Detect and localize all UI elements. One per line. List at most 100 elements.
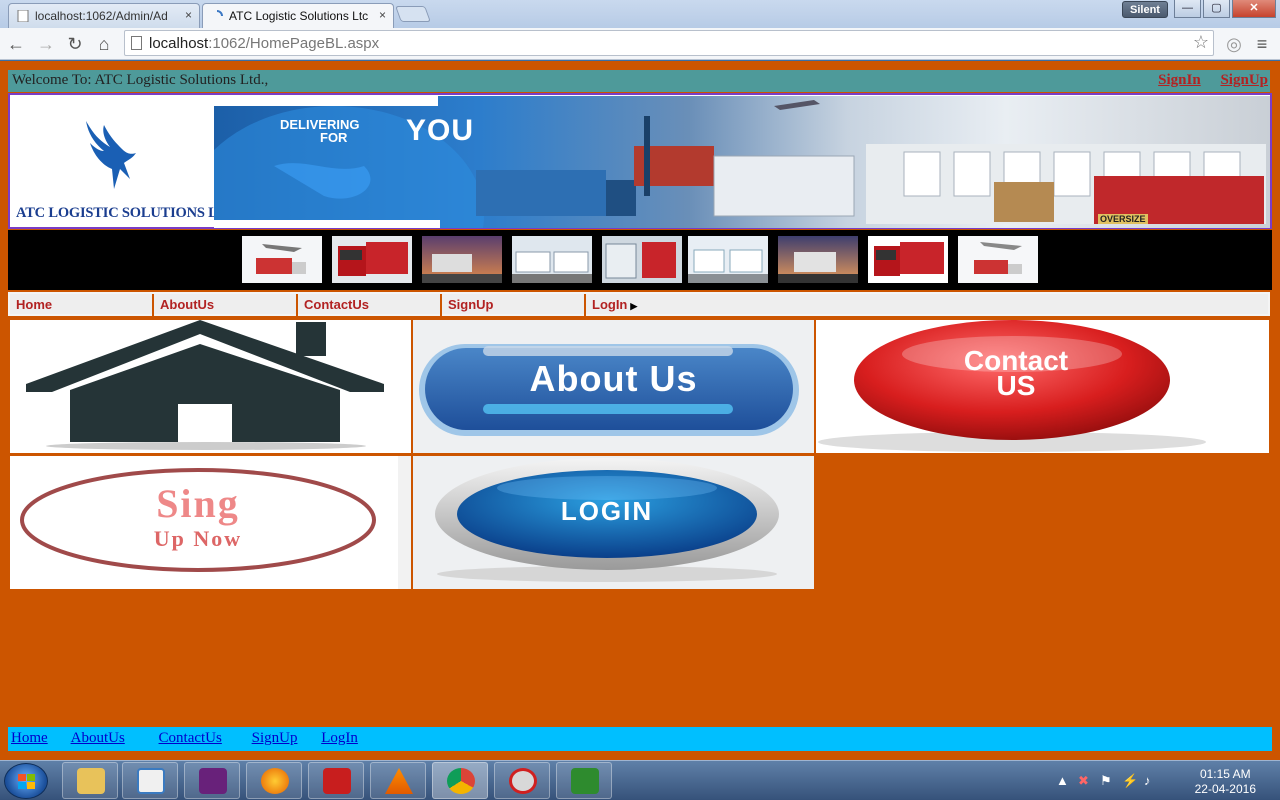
contact-us-label: Contact US	[963, 345, 1069, 401]
welcome-bar: Welcome To: ATC Logistic Solutions Ltd.,…	[8, 70, 1270, 92]
house-icon	[26, 320, 384, 450]
thumbnail-sunset-truck[interactable]	[778, 236, 858, 283]
signin-link[interactable]: SignIn	[1158, 72, 1201, 88]
taskbar-file-explorer[interactable]	[62, 762, 118, 799]
clock-date: 22-04-2016	[1194, 782, 1256, 796]
taskbar-vlc[interactable]	[370, 762, 426, 799]
contact-us-tile[interactable]: Contact US	[816, 320, 1269, 453]
menu-item-signup[interactable]: SignUp	[442, 294, 586, 316]
footer-link-signup[interactable]: SignUp	[252, 730, 298, 746]
menu-icon[interactable]: ≡	[1250, 32, 1274, 56]
security-icon[interactable]: ⚑	[1100, 773, 1112, 789]
maximize-button[interactable]: ▢	[1203, 0, 1230, 18]
browser-toolbar: ← → ↻ ⌂ localhost:1062/HomePageBL.aspx ☆…	[0, 28, 1280, 60]
ccleaner-icon	[509, 768, 537, 794]
page-icon	[131, 36, 142, 50]
system-tray: ▲ ✖ ⚑ ⚡ ♪ 01:15 AM 22-04-2016	[1056, 763, 1256, 799]
main-menu: Home AboutUs ContactUs SignUp LogIn ▶	[8, 292, 1270, 316]
signup-label-sub: Up Now	[153, 526, 243, 551]
footer-link-login[interactable]: LogIn	[321, 730, 358, 746]
tab-title: localhost:1062/Admin/Ad	[35, 9, 168, 23]
footer-link-contactus[interactable]: ContactUs	[159, 730, 222, 746]
extension-icon[interactable]: ◎	[1222, 32, 1246, 56]
reload-icon[interactable]: ↻	[63, 32, 87, 56]
slogan-big: YOU	[406, 114, 475, 147]
logo-text: ATC LOGISTIC SOLUTIONS LTD.,	[16, 205, 243, 221]
about-us-tile[interactable]: About Us	[413, 320, 814, 453]
banner-illustration	[214, 96, 1266, 228]
thumbnail-red-truck[interactable]	[868, 236, 948, 283]
oversize-sign: OVERSIZE	[1098, 214, 1148, 224]
network-error-icon[interactable]: ✖	[1078, 773, 1089, 789]
taskbar-sd-app[interactable]	[556, 762, 612, 799]
home-icon[interactable]: ⌂	[92, 32, 116, 56]
minimize-button[interactable]: —	[1174, 0, 1201, 18]
thumbnail-plane-truck[interactable]	[958, 236, 1038, 283]
windows-taskbar: ▲ ✖ ⚑ ⚡ ♪ 01:15 AM 22-04-2016	[0, 760, 1280, 800]
window-controls: — ▢ ✕	[1174, 0, 1276, 20]
back-icon[interactable]: ←	[4, 32, 28, 56]
company-logo: ATC LOGISTIC SOLUTIONS LTD.,	[12, 97, 243, 225]
volume-icon[interactable]: ♪	[1144, 773, 1151, 788]
thumbnail-plane-truck[interactable]	[242, 236, 322, 283]
visual-studio-icon	[199, 768, 227, 794]
new-tab-button[interactable]	[395, 6, 431, 22]
acrobat-icon	[323, 768, 351, 794]
login-tile[interactable]: LOGIN	[413, 456, 814, 589]
clock-time: 01:15 AM	[1199, 767, 1251, 781]
folder-icon	[77, 768, 105, 794]
footer-link-home[interactable]: Home	[11, 730, 48, 746]
taskbar-acrobat[interactable]	[308, 762, 364, 799]
power-icon[interactable]: ⚡	[1122, 773, 1138, 789]
menu-label: Home	[16, 297, 53, 312]
firefox-icon	[261, 768, 289, 794]
taskbar-media-player[interactable]	[122, 762, 178, 799]
about-us-label: About Us	[529, 358, 698, 399]
bookmark-star-icon[interactable]: ☆	[1193, 32, 1209, 53]
menu-item-home[interactable]: Home	[10, 294, 154, 316]
menu-item-contactus[interactable]: ContactUs	[298, 294, 442, 316]
tab-admin[interactable]: localhost:1062/Admin/Ad ×	[8, 3, 200, 28]
thumbnail-white-trucks[interactable]	[688, 236, 768, 283]
address-bar[interactable]: localhost:1062/HomePageBL.aspx ☆	[124, 30, 1214, 56]
eagle-icon	[86, 121, 136, 189]
slogan-small: DELIVERING FOR	[280, 117, 360, 145]
home-tile[interactable]	[10, 320, 411, 453]
taskbar-visual-studio[interactable]	[184, 762, 240, 799]
menu-label: AboutUs	[160, 297, 215, 312]
welcome-text: Welcome To: ATC Logistic Solutions Ltd.,	[12, 72, 269, 88]
thumbnail-sunset-truck[interactable]	[422, 236, 502, 283]
address-path: :1062/HomePageBL.aspx	[208, 35, 380, 52]
tab-title: ATC Logistic Solutions Ltc	[229, 9, 369, 23]
tab-close-icon[interactable]: ×	[379, 8, 386, 22]
address-host: localhost	[149, 35, 209, 52]
menu-item-aboutus[interactable]: AboutUs	[154, 294, 298, 316]
show-hidden-icons[interactable]: ▲	[1056, 773, 1069, 788]
header-banner: ATC LOGISTIC SOLUTIONS LTD., DELIVERING …	[8, 93, 1272, 229]
thumbnail-red-truck[interactable]	[332, 236, 412, 283]
forward-icon[interactable]: →	[34, 32, 58, 56]
tab-close-icon[interactable]: ×	[185, 8, 192, 22]
signup-tile[interactable]: Sing Up Now	[10, 456, 411, 589]
signup-link[interactable]: SignUp	[1220, 72, 1268, 88]
image-slideshow	[8, 230, 1272, 290]
page-content: Welcome To: ATC Logistic Solutions Ltd.,…	[0, 61, 1280, 760]
menu-item-login[interactable]: LogIn ▶	[586, 294, 730, 316]
banner-image: DELIVERING FOR YOU OVERSIZE	[214, 96, 1270, 228]
thumbnail-white-trucks[interactable]	[512, 236, 592, 283]
taskbar-firefox[interactable]	[246, 762, 302, 799]
thumbnail-truck-pair[interactable]	[602, 236, 682, 283]
taskbar-ccleaner[interactable]	[494, 762, 550, 799]
start-button[interactable]	[4, 763, 48, 799]
clock[interactable]: 01:15 AM 22-04-2016	[1195, 767, 1256, 797]
menu-label: LogIn	[592, 297, 628, 312]
tab-atc-logistic[interactable]: ATC Logistic Solutions Ltc ×	[202, 3, 394, 29]
footer-nav: Home AboutUs ContactUs SignUp LogIn	[8, 727, 1272, 751]
chrome-icon	[447, 768, 475, 794]
close-window-button[interactable]: ✕	[1232, 0, 1276, 18]
footer-link-aboutus[interactable]: AboutUs	[71, 730, 125, 746]
taskbar-chrome[interactable]	[432, 762, 488, 799]
loading-icon	[216, 10, 223, 17]
signup-label-main: Sing	[156, 481, 240, 526]
browser-tabstrip: localhost:1062/Admin/Ad × ATC Logistic S…	[0, 0, 1280, 29]
